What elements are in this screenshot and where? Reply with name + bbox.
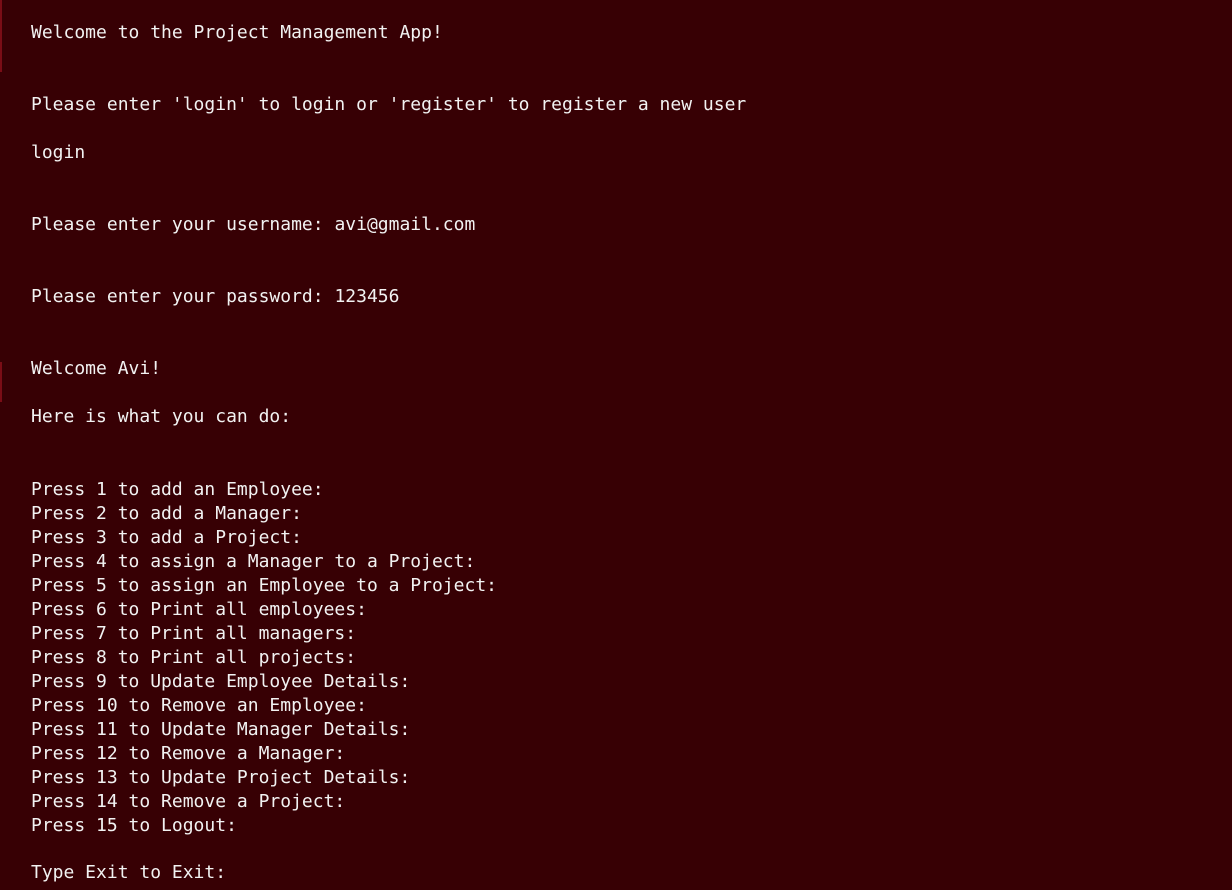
password-value: 123456 bbox=[334, 286, 400, 307]
menu-option: Press 1 to add an Employee: bbox=[31, 479, 324, 500]
menu-option: Press 7 to Print all managers: bbox=[31, 623, 357, 644]
username-prompt: Please enter your username: bbox=[31, 214, 335, 235]
menu-option: Press 2 to add a Manager: bbox=[31, 503, 302, 524]
left-edge-marker bbox=[0, 0, 2, 72]
exit-prompt: Type Exit to Exit: bbox=[31, 862, 227, 883]
username-line: Please enter your username: avi@gmail.co… bbox=[31, 213, 475, 237]
menu-option: Press 9 to Update Employee Details: bbox=[31, 671, 411, 692]
menu-option: Press 6 to Print all employees: bbox=[31, 599, 367, 620]
menu-option: Press 15 to Logout: bbox=[31, 815, 237, 836]
menu-option: Press 12 to Remove a Manager: bbox=[31, 743, 346, 764]
login-register-prompt: Please enter 'login' to login or 'regist… bbox=[31, 94, 747, 115]
console-window[interactable]: Welcome to the Project Management App! P… bbox=[0, 0, 1232, 890]
username-value: avi@gmail.com bbox=[334, 214, 476, 235]
login-command-input: login bbox=[31, 142, 86, 163]
password-prompt: Please enter your password: bbox=[31, 286, 335, 307]
menu-option: Press 13 to Update Project Details: bbox=[31, 767, 411, 788]
menu-option: Press 5 to assign an Employee to a Proje… bbox=[31, 575, 497, 596]
menu-option: Press 11 to Update Manager Details: bbox=[31, 719, 411, 740]
menu-options-list: Press 1 to add an Employee: Press 2 to a… bbox=[31, 478, 497, 838]
user-greeting: Welcome Avi! bbox=[31, 358, 162, 379]
menu-option: Press 4 to assign a Manager to a Project… bbox=[31, 551, 476, 572]
left-edge-marker bbox=[0, 362, 2, 402]
menu-option: Press 8 to Print all projects: bbox=[31, 647, 357, 668]
options-header: Here is what you can do: bbox=[31, 406, 292, 427]
menu-option: Press 3 to add a Project: bbox=[31, 527, 302, 548]
menu-option: Press 14 to Remove a Project: bbox=[31, 791, 346, 812]
menu-option: Press 10 to Remove an Employee: bbox=[31, 695, 367, 716]
password-line: Please enter your password: 123456 bbox=[31, 285, 399, 309]
welcome-message: Welcome to the Project Management App! bbox=[31, 22, 443, 43]
